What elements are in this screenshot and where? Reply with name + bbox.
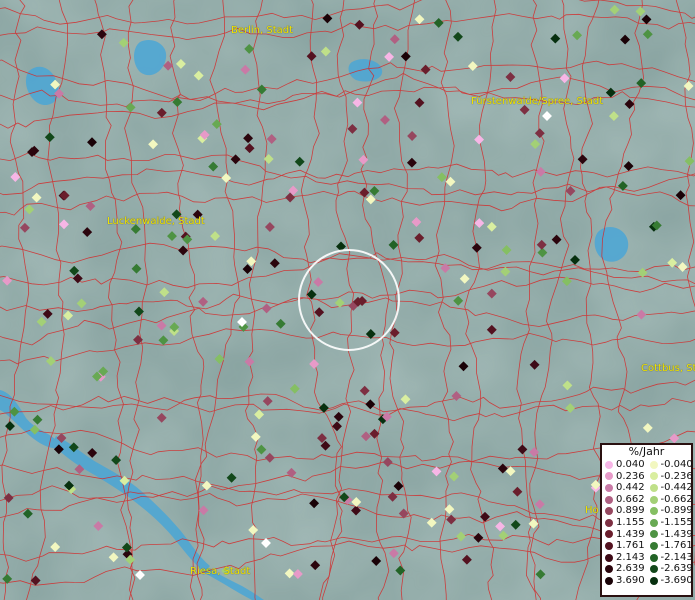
legend-value: 0.236 bbox=[616, 470, 645, 482]
legend-row: 0.442 -0.442 bbox=[602, 482, 693, 494]
legend-value: 0.662 bbox=[616, 493, 645, 505]
legend-entry-positive: 0.899 bbox=[602, 505, 647, 517]
legend-entry-negative: -1.439 bbox=[647, 528, 693, 541]
legend-swatch bbox=[605, 530, 613, 539]
legend-entry-positive: 1.761 bbox=[602, 540, 647, 552]
legend-entry-negative: -1.761 bbox=[647, 540, 693, 552]
legend-value: 3.690 bbox=[616, 574, 645, 586]
legend-value: -2.639 bbox=[660, 563, 693, 575]
legend-entry-positive: 0.236 bbox=[602, 471, 647, 483]
legend-value: 0.442 bbox=[616, 482, 645, 494]
legend-swatch bbox=[649, 565, 658, 574]
legend-swatch bbox=[649, 495, 658, 504]
legend-value: 1.439 bbox=[616, 528, 645, 540]
legend-value: -1.761 bbox=[660, 540, 693, 552]
city-label-luckenwalde: Luckenwalde, Stadt bbox=[107, 216, 205, 227]
legend-value: -2.143 bbox=[660, 551, 693, 563]
legend-row: 2.143 -2.143 bbox=[602, 551, 693, 564]
legend-row: 1.761 -1.761 bbox=[602, 540, 693, 552]
legend-value: -1.439 bbox=[660, 528, 693, 540]
legend-swatch bbox=[605, 483, 613, 492]
legend-value: 2.639 bbox=[616, 563, 645, 575]
legend-swatch bbox=[649, 530, 658, 539]
legend-entry-negative: -0.662 bbox=[647, 493, 693, 506]
legend-value: 0.899 bbox=[616, 505, 645, 517]
legend-entry-positive: 1.439 bbox=[602, 529, 647, 541]
legend-entry-positive: 3.690 bbox=[602, 575, 647, 587]
legend-swatch bbox=[605, 565, 613, 574]
city-label-berlin: Berlin, Stadt bbox=[231, 25, 294, 36]
legend-value: -0.899 bbox=[660, 505, 693, 517]
legend-swatch bbox=[649, 576, 658, 585]
legend-entry-negative: -0.899 bbox=[647, 505, 693, 517]
legend-entry-negative: -2.639 bbox=[647, 563, 693, 575]
legend-swatch bbox=[649, 460, 658, 469]
legend-row: 0.899 -0.899 bbox=[602, 505, 693, 517]
city-label-riesa: Riesa, Stadt bbox=[190, 566, 251, 577]
legend-row: 0.236 -0.236 bbox=[602, 470, 693, 483]
legend-swatch bbox=[649, 518, 658, 527]
legend-title: %/Jahr bbox=[628, 445, 665, 458]
legend-entry-positive: 0.040 bbox=[602, 459, 647, 471]
legend-swatch bbox=[649, 553, 658, 562]
legend-swatch bbox=[605, 541, 613, 550]
legend-entry-negative: -1.155 bbox=[647, 516, 693, 529]
legend-swatch bbox=[649, 541, 658, 550]
legend-entry-positive: 2.143 bbox=[602, 552, 647, 564]
legend-row: 1.155 -1.155 bbox=[602, 516, 693, 529]
legend-entry-negative: -0.040 bbox=[647, 459, 693, 471]
legend-swatch bbox=[605, 576, 613, 585]
legend-entry-negative: -3.690 bbox=[647, 574, 693, 587]
legend-row: 0.662 -0.662 bbox=[602, 493, 693, 506]
legend: %/Jahr 0.040 -0.040 0.236 -0.236 0.442 -0.442… bbox=[600, 443, 693, 597]
legend-value: -0.040 bbox=[660, 459, 693, 470]
legend-value: -0.442 bbox=[660, 482, 693, 494]
legend-row: 2.639 -2.639 bbox=[602, 563, 693, 575]
legend-value: 1.155 bbox=[616, 516, 645, 528]
legend-entry-negative: -0.442 bbox=[647, 482, 693, 494]
legend-value: 1.761 bbox=[616, 540, 645, 552]
legend-value: 2.143 bbox=[616, 551, 645, 563]
legend-swatch bbox=[605, 507, 613, 516]
legend-entry-positive: 0.662 bbox=[602, 494, 647, 506]
legend-swatch bbox=[649, 483, 658, 492]
legend-rows: 0.040 -0.040 0.236 -0.236 0.442 -0.442 0.662 -0… bbox=[602, 459, 693, 587]
legend-swatch bbox=[605, 460, 613, 469]
legend-row: 0.040 -0.040 bbox=[602, 459, 693, 471]
legend-value: -0.236 bbox=[660, 470, 693, 482]
legend-swatch bbox=[605, 472, 613, 481]
city-label-fuerstenwalde: Fürstenwalde/Spree, Stadt bbox=[471, 96, 604, 107]
legend-swatch bbox=[649, 507, 658, 516]
legend-swatch bbox=[605, 495, 613, 504]
map-view[interactable]: Berlin, Stadt Fürstenwalde/Spree, Stadt … bbox=[0, 0, 695, 600]
legend-entry-negative: -0.236 bbox=[647, 470, 693, 483]
legend-row: 3.690 -3.690 bbox=[602, 574, 693, 587]
legend-swatch bbox=[605, 518, 613, 527]
legend-entry-positive: 0.442 bbox=[602, 482, 647, 494]
legend-value: -0.662 bbox=[660, 493, 693, 505]
legend-swatch bbox=[649, 472, 658, 481]
legend-value: -3.690 bbox=[660, 574, 693, 586]
legend-entry-positive: 2.639 bbox=[602, 563, 647, 575]
legend-value: -1.155 bbox=[660, 516, 693, 528]
legend-entry-positive: 1.155 bbox=[602, 517, 647, 529]
legend-row: 1.439 -1.439 bbox=[602, 528, 693, 541]
legend-swatch bbox=[605, 553, 613, 562]
city-label-cottbus: Cottbus, Stadt bbox=[641, 363, 695, 374]
legend-entry-negative: -2.143 bbox=[647, 551, 693, 564]
city-label-ho: Ho bbox=[585, 505, 599, 516]
legend-value: 0.040 bbox=[616, 459, 645, 470]
